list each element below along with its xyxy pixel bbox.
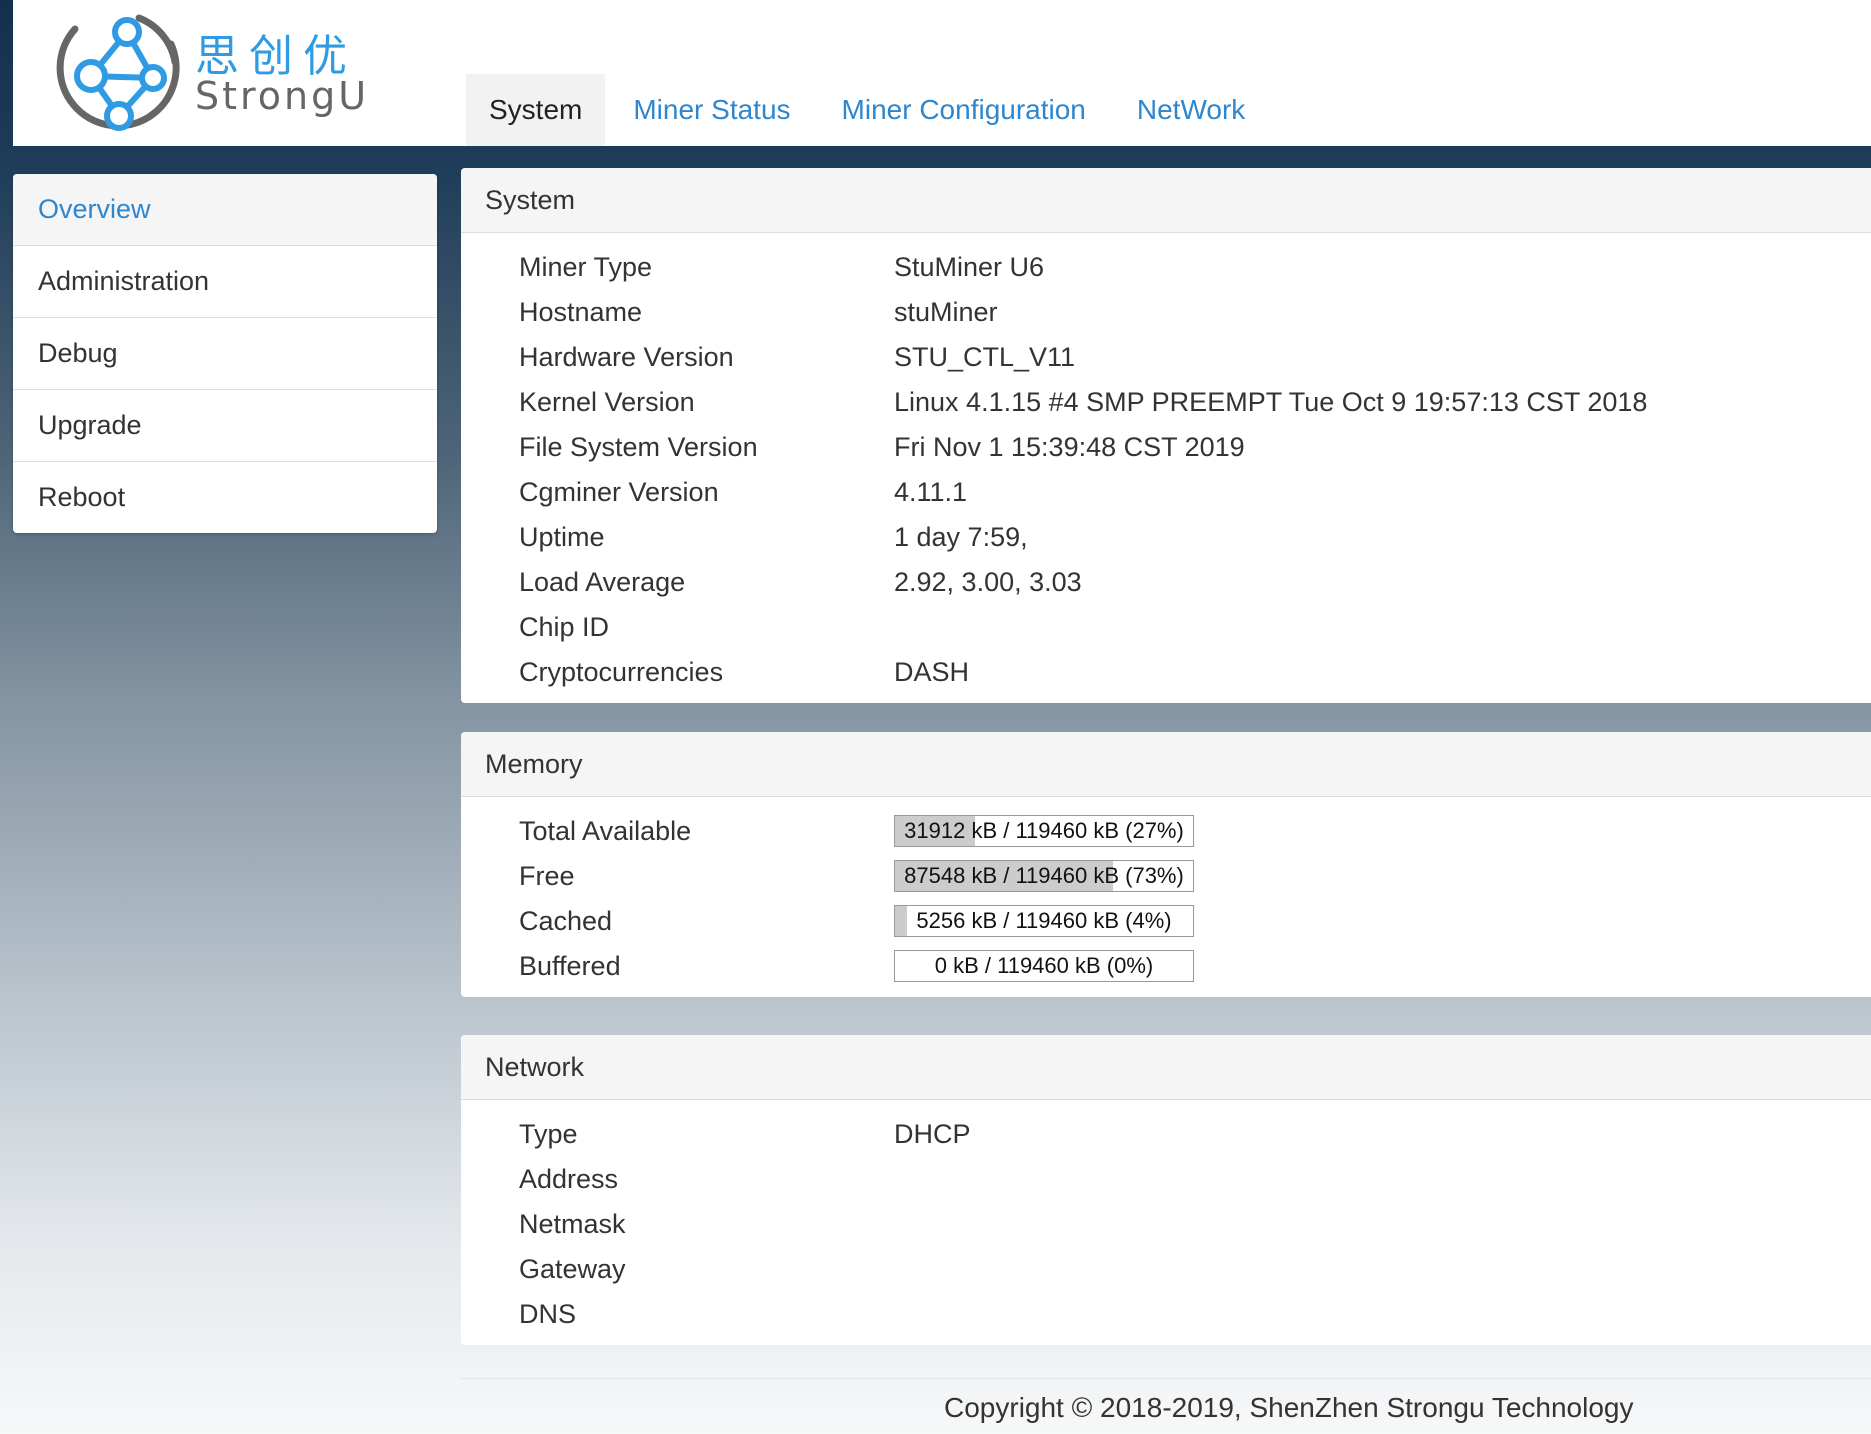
memory-row-cached: Cached 5256 kB / 119460 kB (4%) — [461, 899, 1871, 944]
row-value: Fri Nov 1 15:39:48 CST 2019 — [894, 432, 1245, 462]
row-label: Cgminer Version — [519, 477, 719, 507]
top-header: 思创优 StrongU System Miner Status Miner Co… — [13, 0, 1871, 146]
row-label: Gateway — [519, 1254, 626, 1284]
row-label: Type — [519, 1119, 578, 1149]
row-label: Miner Type — [519, 252, 653, 282]
row-value: Linux 4.1.15 #4 SMP PREEMPT Tue Oct 9 19… — [894, 387, 1648, 417]
row-value: DHCP — [894, 1119, 971, 1149]
row-value: 2.92, 3.00, 3.03 — [894, 567, 1082, 597]
progress-bar: 5256 kB / 119460 kB (4%) — [894, 905, 1194, 937]
progress-text: 31912 kB / 119460 kB (27%) — [904, 818, 1184, 843]
row-label: Load Average — [519, 567, 686, 597]
network-row-address: Address — [461, 1157, 1871, 1202]
network-row-gateway: Gateway — [461, 1247, 1871, 1292]
network-panel-title: Network — [461, 1035, 1871, 1100]
network-row-dns: DNS — [461, 1292, 1871, 1337]
main-nav-tabs: System Miner Status Miner Configuration … — [466, 74, 1273, 146]
row-value: 1 day 7:59, — [894, 522, 1028, 552]
progress-bar: 0 kB / 119460 kB (0%) — [894, 950, 1194, 982]
row-label: Address — [519, 1164, 619, 1194]
row-label: Chip ID — [519, 612, 610, 642]
row-label: Netmask — [519, 1209, 626, 1239]
memory-panel: Memory Total Available 31912 kB / 119460… — [461, 732, 1871, 997]
network-row-type: Type DHCP — [461, 1112, 1871, 1157]
row-value: stuMiner — [894, 297, 998, 327]
tab-miner-configuration[interactable]: Miner Configuration — [819, 74, 1109, 146]
system-row-load-average: Load Average 2.92, 3.00, 3.03 — [461, 560, 1871, 605]
molecule-logo-icon — [56, 14, 180, 131]
progress-text: 87548 kB / 119460 kB (73%) — [904, 863, 1184, 888]
tab-miner-status[interactable]: Miner Status — [610, 74, 813, 146]
network-panel: Network Type DHCP Address Netmask Gatewa… — [461, 1035, 1871, 1345]
sidebar-item-overview[interactable]: Overview — [13, 174, 437, 246]
tab-system[interactable]: System — [466, 74, 606, 146]
sidebar-item-debug[interactable]: Debug — [13, 318, 437, 390]
brand-logo[interactable]: 思创优 StrongU — [35, 4, 366, 140]
system-row-miner-type: Miner Type StuMiner U6 — [461, 245, 1871, 290]
sidebar-item-upgrade[interactable]: Upgrade — [13, 390, 437, 462]
row-label: Uptime — [519, 522, 605, 552]
system-panel-title: System — [461, 168, 1871, 233]
system-row-kernel-version: Kernel Version Linux 4.1.15 #4 SMP PREEM… — [461, 380, 1871, 425]
row-value: StuMiner U6 — [894, 252, 1045, 282]
tab-network[interactable]: NetWork — [1114, 74, 1268, 146]
progress-bar: 31912 kB / 119460 kB (27%) — [894, 815, 1194, 847]
row-label: File System Version — [519, 432, 758, 462]
system-row-hardware-version: Hardware Version STU_CTL_V11 — [461, 335, 1871, 380]
brand-name-en: StrongU — [195, 74, 370, 118]
memory-row-buffered: Buffered 0 kB / 119460 kB (0%) — [461, 944, 1871, 989]
sidebar-menu: Overview Administration Debug Upgrade Re… — [13, 174, 437, 533]
system-row-cgminer-version: Cgminer Version 4.11.1 — [461, 470, 1871, 515]
progress-text: 0 kB / 119460 kB (0%) — [934, 953, 1154, 978]
row-label: Free — [519, 861, 575, 891]
row-label: Buffered — [519, 951, 621, 981]
row-label: DNS — [519, 1299, 577, 1329]
network-row-netmask: Netmask — [461, 1202, 1871, 1247]
sidebar-item-reboot[interactable]: Reboot — [13, 462, 437, 533]
footer-copyright: Copyright © 2018-2019, ShenZhen Strongu … — [944, 1392, 1634, 1423]
memory-panel-title: Memory — [461, 732, 1871, 797]
sidebar-item-administration[interactable]: Administration — [13, 246, 437, 318]
row-label: Hostname — [519, 297, 643, 327]
footer-divider — [461, 1378, 1871, 1379]
row-label: Total Available — [519, 816, 692, 846]
system-row-hostname: Hostname stuMiner — [461, 290, 1871, 335]
row-value: DASH — [894, 657, 970, 687]
system-panel: System Miner Type StuMiner U6 Hostname s… — [461, 168, 1871, 703]
progress-bar: 87548 kB / 119460 kB (73%) — [894, 860, 1194, 892]
memory-row-total-available: Total Available 31912 kB / 119460 kB (27… — [461, 809, 1871, 854]
progress-text: 5256 kB / 119460 kB (4%) — [916, 908, 1172, 933]
row-label: Cryptocurrencies — [519, 657, 724, 687]
system-row-chip-id: Chip ID — [461, 605, 1871, 650]
memory-row-free: Free 87548 kB / 119460 kB (73%) — [461, 854, 1871, 899]
row-label: Hardware Version — [519, 342, 734, 372]
row-label: Cached — [519, 906, 613, 936]
system-row-uptime: Uptime 1 day 7:59, — [461, 515, 1871, 560]
system-row-file-system-version: File System Version Fri Nov 1 15:39:48 C… — [461, 425, 1871, 470]
row-label: Kernel Version — [519, 387, 695, 417]
row-value: STU_CTL_V11 — [894, 342, 1076, 372]
system-row-cryptocurrencies: Cryptocurrencies DASH — [461, 650, 1871, 695]
row-value: 4.11.1 — [894, 477, 968, 507]
